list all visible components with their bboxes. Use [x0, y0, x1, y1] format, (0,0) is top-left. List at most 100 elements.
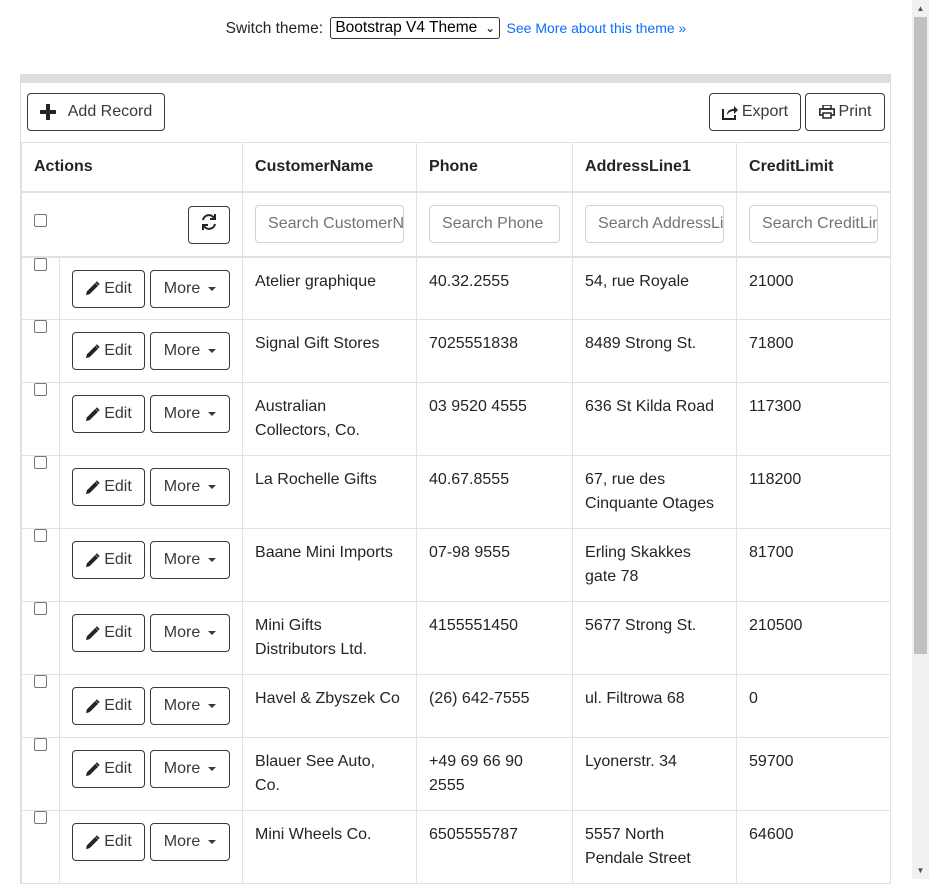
chevron-down-icon: ⌄ [485, 20, 496, 35]
column-header-customer[interactable]: CustomerName [242, 142, 418, 193]
pencil-icon [85, 552, 100, 568]
row-select-cell [21, 256, 60, 320]
customer-name-cell: Atelier graphique [255, 272, 376, 290]
phone-cell: +49 69 66 90 2555 [429, 753, 523, 794]
edit-button[interactable]: Edit [72, 468, 145, 506]
table-row: Edit More Signal Gift Stores 7025551838 8489… [21, 319, 892, 383]
credit-limit-cell: 117300 [749, 398, 802, 415]
filter-row: Search CustomerName Search Phone Search … [20, 191, 892, 258]
search-phone-input[interactable]: Search Phone [429, 205, 561, 243]
edit-button[interactable]: Edit [72, 541, 145, 579]
credit-limit-cell: 64600 [749, 826, 794, 843]
print-label: Print [838, 103, 872, 120]
pencil-icon [85, 479, 100, 495]
column-header-phone[interactable]: Phone [416, 142, 574, 193]
more-dropdown-button[interactable]: More [150, 614, 230, 652]
phone-cell: (26) 642-7555 [429, 690, 530, 707]
more-label: More [163, 760, 201, 777]
pencil-icon [85, 698, 100, 714]
search-customer-input[interactable]: Search CustomerName [255, 205, 405, 243]
address-cell: Lyonerstr. 34 [585, 753, 677, 770]
customer-name-cell: La Rochelle Gifts [255, 471, 377, 488]
page-scrollbar[interactable]: ▲ ▼ [912, 0, 929, 879]
print-button[interactable]: Print [805, 93, 885, 131]
table-row: Edit More La Rochelle Gifts 40.67.8555 67, r… [21, 455, 892, 529]
edit-button[interactable]: Edit [72, 269, 145, 308]
caret-down-icon [208, 558, 217, 562]
row-select-cell [21, 382, 60, 456]
customer-name-cell: Mini Wheels Co. [255, 826, 372, 843]
edit-label: Edit [104, 342, 132, 359]
scrollbar-thumb[interactable] [914, 17, 927, 654]
export-label: Export [741, 103, 789, 120]
scroll-up-arrow-icon[interactable]: ▲ [912, 0, 929, 17]
address-cell: 5677 Strong St. [585, 617, 697, 634]
edit-button[interactable]: Edit [72, 823, 145, 861]
edit-button[interactable]: Edit [72, 687, 145, 725]
edit-button[interactable]: Edit [72, 332, 145, 370]
export-button[interactable]: Export [709, 93, 801, 131]
caret-down-icon [208, 767, 217, 771]
grid-toolbar: Add Record Export Print [21, 83, 890, 142]
more-label: More [163, 551, 201, 568]
more-dropdown-button[interactable]: More [150, 332, 230, 370]
more-dropdown-button[interactable]: More [150, 823, 230, 861]
row-actions-cell: Edit More [58, 674, 244, 738]
more-label: More [163, 624, 201, 641]
row-checkbox[interactable] [34, 675, 47, 688]
row-checkbox[interactable] [34, 602, 47, 615]
edit-button[interactable]: Edit [72, 395, 145, 433]
row-actions-cell: Edit More [58, 455, 244, 529]
row-select-cell [21, 737, 60, 811]
row-checkbox[interactable] [34, 811, 47, 824]
theme-info-link[interactable]: See More about this theme » [507, 20, 687, 36]
pencil-icon [85, 343, 100, 359]
edit-button[interactable]: Edit [72, 750, 145, 788]
search-credit-input[interactable]: Search CreditLimit [749, 205, 879, 243]
column-header-credit[interactable]: CreditLimit [736, 142, 892, 193]
credit-limit-cell: 210500 [749, 617, 803, 634]
select-all-checkbox[interactable] [34, 213, 47, 227]
add-record-button[interactable]: Add Record [27, 93, 165, 131]
more-dropdown-button[interactable]: More [150, 750, 230, 788]
theme-select[interactable]: Bootstrap V4 Theme ⌄ [330, 16, 501, 39]
caret-down-icon [208, 631, 217, 635]
table-row: Edit More Baane Mini Imports 07-98 9555 Erli… [21, 528, 892, 602]
address-cell: 54, rue Royale [585, 272, 690, 290]
phone-cell: 07-98 9555 [429, 544, 510, 561]
pencil-icon [85, 834, 100, 850]
phone-cell: 40.67.8555 [429, 471, 510, 488]
caret-down-icon [208, 349, 217, 353]
row-checkbox[interactable] [34, 257, 47, 271]
table-row: Edit More Blauer See Auto, Co. +49 69 66 90… [21, 737, 892, 811]
edit-label: Edit [104, 405, 132, 422]
phone-cell: 4155551450 [429, 617, 518, 634]
column-header-address[interactable]: AddressLine1 [572, 142, 738, 193]
edit-button[interactable]: Edit [72, 614, 145, 652]
pencil-icon [85, 281, 100, 296]
more-dropdown-button[interactable]: More [150, 395, 230, 433]
credit-limit-cell: 0 [749, 690, 758, 707]
table-row: Edit More Mini Gifts Distributors Ltd. 4155… [21, 601, 892, 675]
more-dropdown-button[interactable]: More [150, 687, 230, 725]
column-header-actions: Actions [20, 142, 244, 193]
more-dropdown-button[interactable]: More [150, 468, 230, 506]
row-checkbox[interactable] [34, 320, 47, 333]
phone-cell: 40.32.2555 [429, 272, 510, 290]
filter-actions-cell [20, 191, 244, 258]
pencil-icon [85, 761, 100, 777]
row-select-cell [21, 810, 60, 884]
row-actions-cell: Edit More [58, 256, 244, 320]
refresh-button[interactable] [188, 205, 231, 244]
row-actions-cell: Edit More [58, 528, 244, 602]
more-dropdown-button[interactable]: More [150, 269, 230, 308]
more-label: More [163, 342, 201, 359]
row-actions-cell: Edit More [58, 319, 244, 383]
scroll-down-arrow-icon[interactable]: ▼ [912, 862, 929, 879]
search-address-input[interactable]: Search AddressLine1 [585, 205, 725, 243]
more-dropdown-button[interactable]: More [150, 541, 230, 579]
row-checkbox[interactable] [34, 529, 47, 542]
row-checkbox[interactable] [34, 738, 47, 751]
row-checkbox[interactable] [34, 456, 47, 469]
row-checkbox[interactable] [34, 383, 47, 396]
